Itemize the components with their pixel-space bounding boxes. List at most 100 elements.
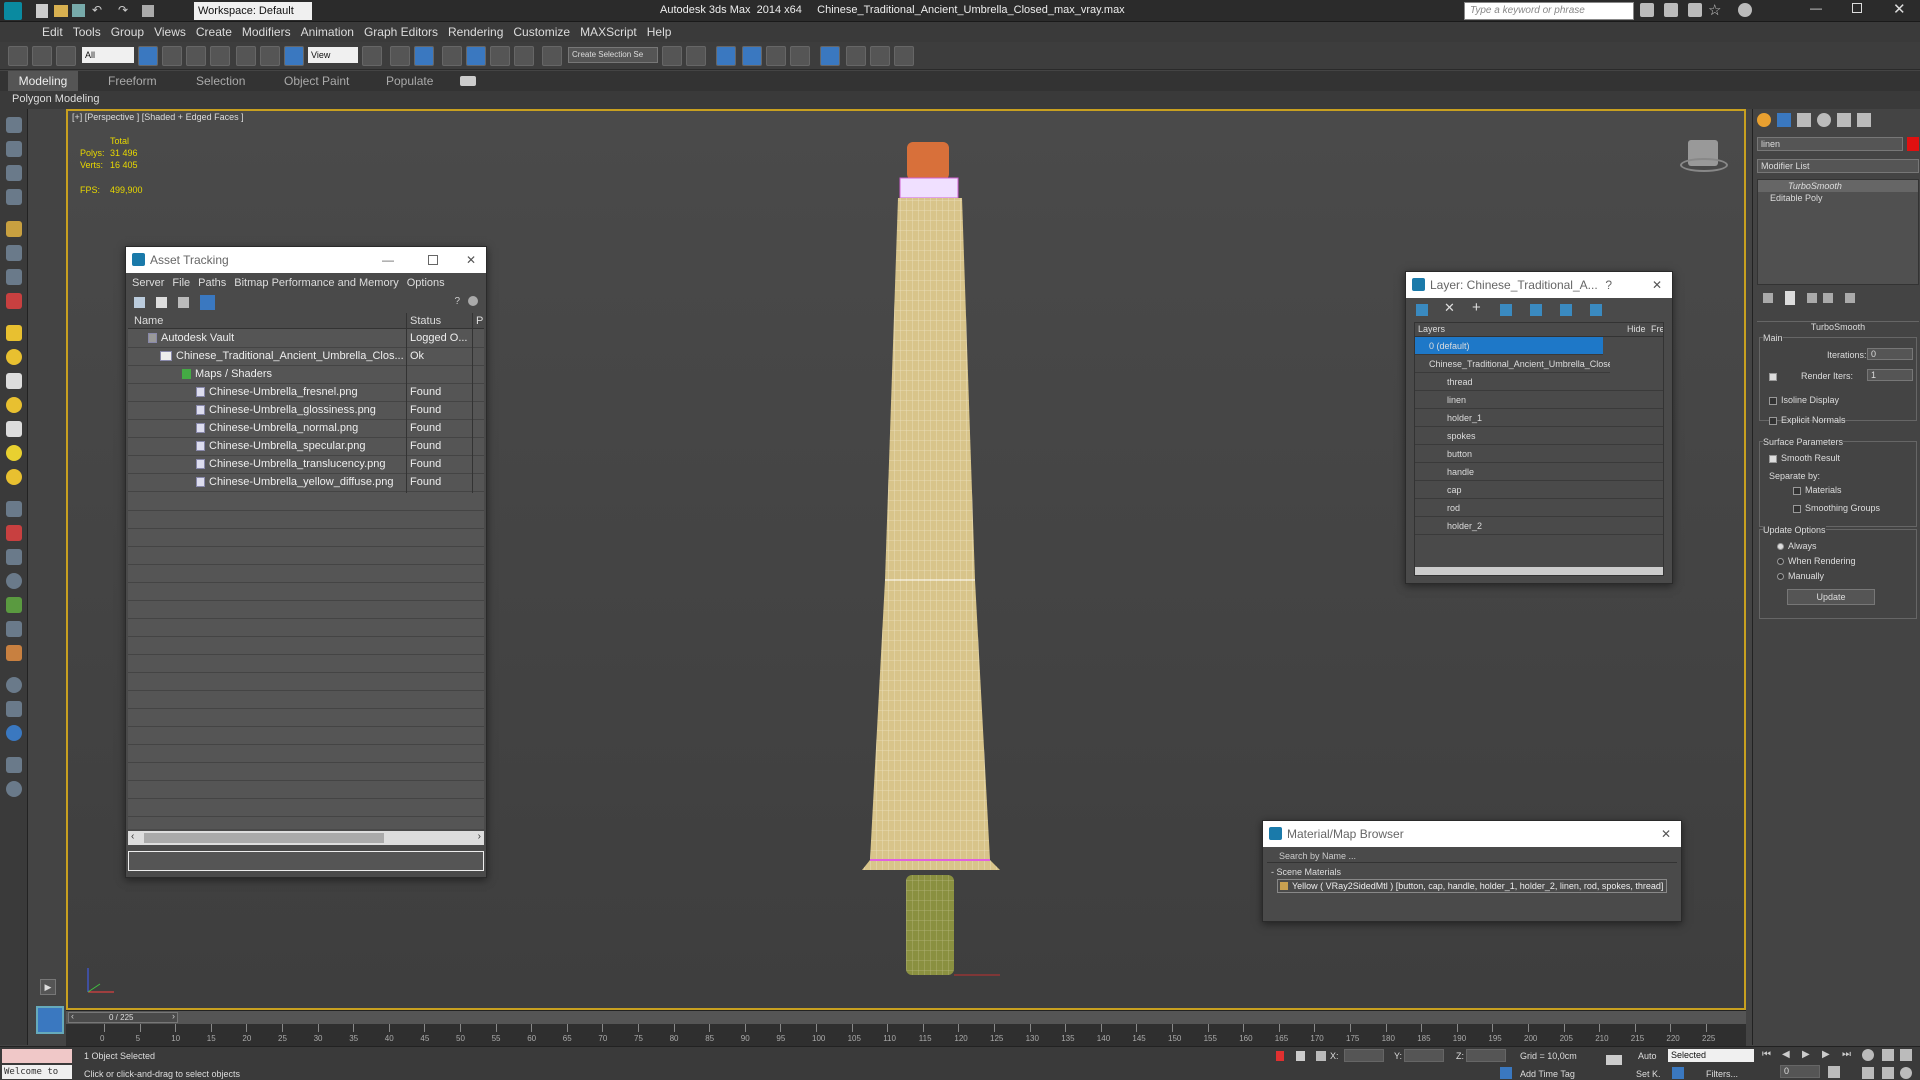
table-row[interactable]: Chinese-Umbrella_translucency.png Found: [128, 455, 484, 474]
add-to-layer-icon[interactable]: +: [1472, 299, 1481, 316]
select-objects-icon[interactable]: [1500, 304, 1512, 316]
window-crossing-icon[interactable]: [210, 46, 230, 66]
smoothing-groups-checkbox[interactable]: Smoothing Groups: [1793, 503, 1880, 513]
umbrella-model[interactable]: [840, 140, 1020, 990]
set-key-button[interactable]: Set K.: [1636, 1069, 1661, 1079]
object-name-field[interactable]: linen: [1757, 137, 1903, 151]
undo-icon[interactable]: ↶: [92, 3, 102, 17]
table-row[interactable]: Chinese-Umbrella_fresnel.png Found: [128, 383, 484, 402]
auto-key-button[interactable]: Auto: [1638, 1051, 1657, 1061]
table-view-icon[interactable]: [178, 297, 189, 308]
column-status-header[interactable]: Status: [410, 315, 441, 327]
add-time-tag[interactable]: Add Time Tag: [1520, 1069, 1575, 1079]
stack-item-turbosmooth[interactable]: TurboSmooth: [1758, 180, 1918, 192]
configure-sets-icon[interactable]: [1845, 293, 1855, 303]
motion-tab-icon[interactable]: [1817, 113, 1831, 127]
menu-paths[interactable]: Paths: [198, 277, 226, 289]
rectangular-selection-icon[interactable]: [186, 46, 206, 66]
mesh-tools-icon[interactable]: [6, 549, 22, 565]
brush-icon[interactable]: [6, 525, 22, 541]
absolute-mode-icon[interactable]: [1316, 1051, 1326, 1061]
globe-icon[interactable]: [6, 573, 22, 589]
maxscript-mini-listener[interactable]: [2, 1049, 72, 1063]
edit-named-selection-icon[interactable]: [542, 46, 562, 66]
expand-panel-icon[interactable]: ▶: [40, 979, 56, 995]
layer-row-object[interactable]: holder_1: [1415, 409, 1663, 427]
project-folder-icon[interactable]: [142, 5, 154, 17]
field-of-view-icon[interactable]: [1862, 1067, 1874, 1079]
menu-server[interactable]: Server: [132, 277, 164, 289]
scripts-icon[interactable]: [6, 701, 22, 717]
asset-path-field[interactable]: [128, 851, 484, 871]
menu-views[interactable]: Views: [154, 22, 196, 42]
sky-icon[interactable]: [6, 677, 22, 693]
zoom-icon[interactable]: [1862, 1049, 1874, 1061]
go-to-start-icon[interactable]: ⏮: [1762, 1049, 1771, 1060]
mirror-icon[interactable]: [662, 46, 682, 66]
key-mode-icon[interactable]: [1672, 1067, 1684, 1079]
redo-icon[interactable]: ↷: [118, 3, 128, 17]
polygon-modeling-label[interactable]: Polygon Modeling: [12, 93, 99, 105]
active-viewport-icon[interactable]: [36, 1006, 64, 1034]
explicit-normals-checkbox[interactable]: Explicit Normals: [1769, 415, 1846, 425]
zoom-all-icon[interactable]: [1882, 1049, 1894, 1061]
list-view-icon[interactable]: [156, 297, 167, 308]
show-end-result-icon[interactable]: [1785, 291, 1795, 305]
maxscript-listener[interactable]: Welcome to: [2, 1065, 72, 1079]
menu-bitmap-performance[interactable]: Bitmap Performance and Memory: [234, 277, 398, 289]
cone-primitive-icon[interactable]: [6, 421, 22, 437]
paint-icon[interactable]: [6, 293, 22, 309]
create-tab-icon[interactable]: [1757, 113, 1771, 127]
column-p-header[interactable]: Pr: [476, 315, 484, 327]
update-button[interactable]: Update: [1787, 589, 1875, 605]
column-name-header[interactable]: Name: [134, 315, 163, 327]
delete-layer-icon[interactable]: ✕: [1444, 300, 1455, 316]
when-rendering-radio[interactable]: When Rendering: [1777, 556, 1856, 566]
align-icon[interactable]: [686, 46, 706, 66]
turbosmooth-rollout-header[interactable]: TurboSmooth: [1757, 321, 1919, 333]
refresh-icon[interactable]: [134, 297, 145, 308]
create-cameras-icon[interactable]: [6, 189, 22, 205]
viewcube-icon[interactable]: [1680, 140, 1728, 176]
curve-editor-icon[interactable]: [790, 46, 810, 66]
viewport-label[interactable]: [+] [Perspective ] [Shaded + Edged Faces…: [72, 112, 244, 122]
layer-row-object[interactable]: linen: [1415, 391, 1663, 409]
save-file-icon[interactable]: [72, 4, 85, 17]
table-row[interactable]: Maps / Shaders: [128, 365, 484, 384]
scene-materials-header[interactable]: - Scene Materials: [1267, 867, 1677, 877]
hierarchy-tab-icon[interactable]: [1797, 113, 1811, 127]
hair-icon[interactable]: [6, 645, 22, 661]
minimize-window-icon[interactable]: —: [1810, 1, 1822, 15]
layer-row-object[interactable]: handle: [1415, 463, 1663, 481]
pin-icon[interactable]: [468, 296, 478, 306]
menu-modifiers[interactable]: Modifiers: [242, 22, 301, 42]
table-row[interactable]: Chinese-Umbrella_normal.png Found: [128, 419, 484, 438]
close-window-icon[interactable]: ✕: [1893, 0, 1906, 18]
snaps-toggle-icon[interactable]: [442, 46, 462, 66]
ribbon-options-icon[interactable]: [460, 76, 476, 86]
modify-tab-icon[interactable]: [1777, 113, 1791, 127]
favorites-star-icon[interactable]: ☆: [1708, 1, 1721, 19]
pin-stack-icon[interactable]: [1763, 293, 1773, 303]
remove-modifier-icon[interactable]: [1823, 293, 1833, 303]
spacewarps-icon[interactable]: [6, 245, 22, 261]
time-slider[interactable]: ‹ 0 / 225 ›: [66, 1010, 1746, 1024]
layer-row-object[interactable]: holder_2: [1415, 517, 1663, 535]
scene-explorer-icon[interactable]: [742, 46, 762, 66]
orbit-icon[interactable]: [1900, 1067, 1912, 1079]
sun-light-icon[interactable]: [6, 445, 22, 461]
help-icon[interactable]: [1738, 3, 1752, 17]
tab-selection[interactable]: Selection: [196, 71, 245, 91]
tab-modeling[interactable]: Modeling: [8, 71, 78, 91]
close-icon[interactable]: ✕: [1661, 821, 1671, 847]
prev-frame-icon[interactable]: ‹: [71, 1011, 74, 1021]
layer-row-object[interactable]: button: [1415, 445, 1663, 463]
layer-row-object[interactable]: cap: [1415, 481, 1663, 499]
menu-tools[interactable]: Tools: [73, 22, 111, 42]
stack-item-editable-poly[interactable]: Editable Poly: [1758, 192, 1918, 204]
isolate-icon[interactable]: [1276, 1051, 1284, 1061]
select-link-icon[interactable]: [8, 46, 28, 66]
menu-group[interactable]: Group: [111, 22, 154, 42]
menu-help[interactable]: Help: [647, 22, 682, 42]
current-frame-field[interactable]: 0: [1780, 1065, 1820, 1078]
